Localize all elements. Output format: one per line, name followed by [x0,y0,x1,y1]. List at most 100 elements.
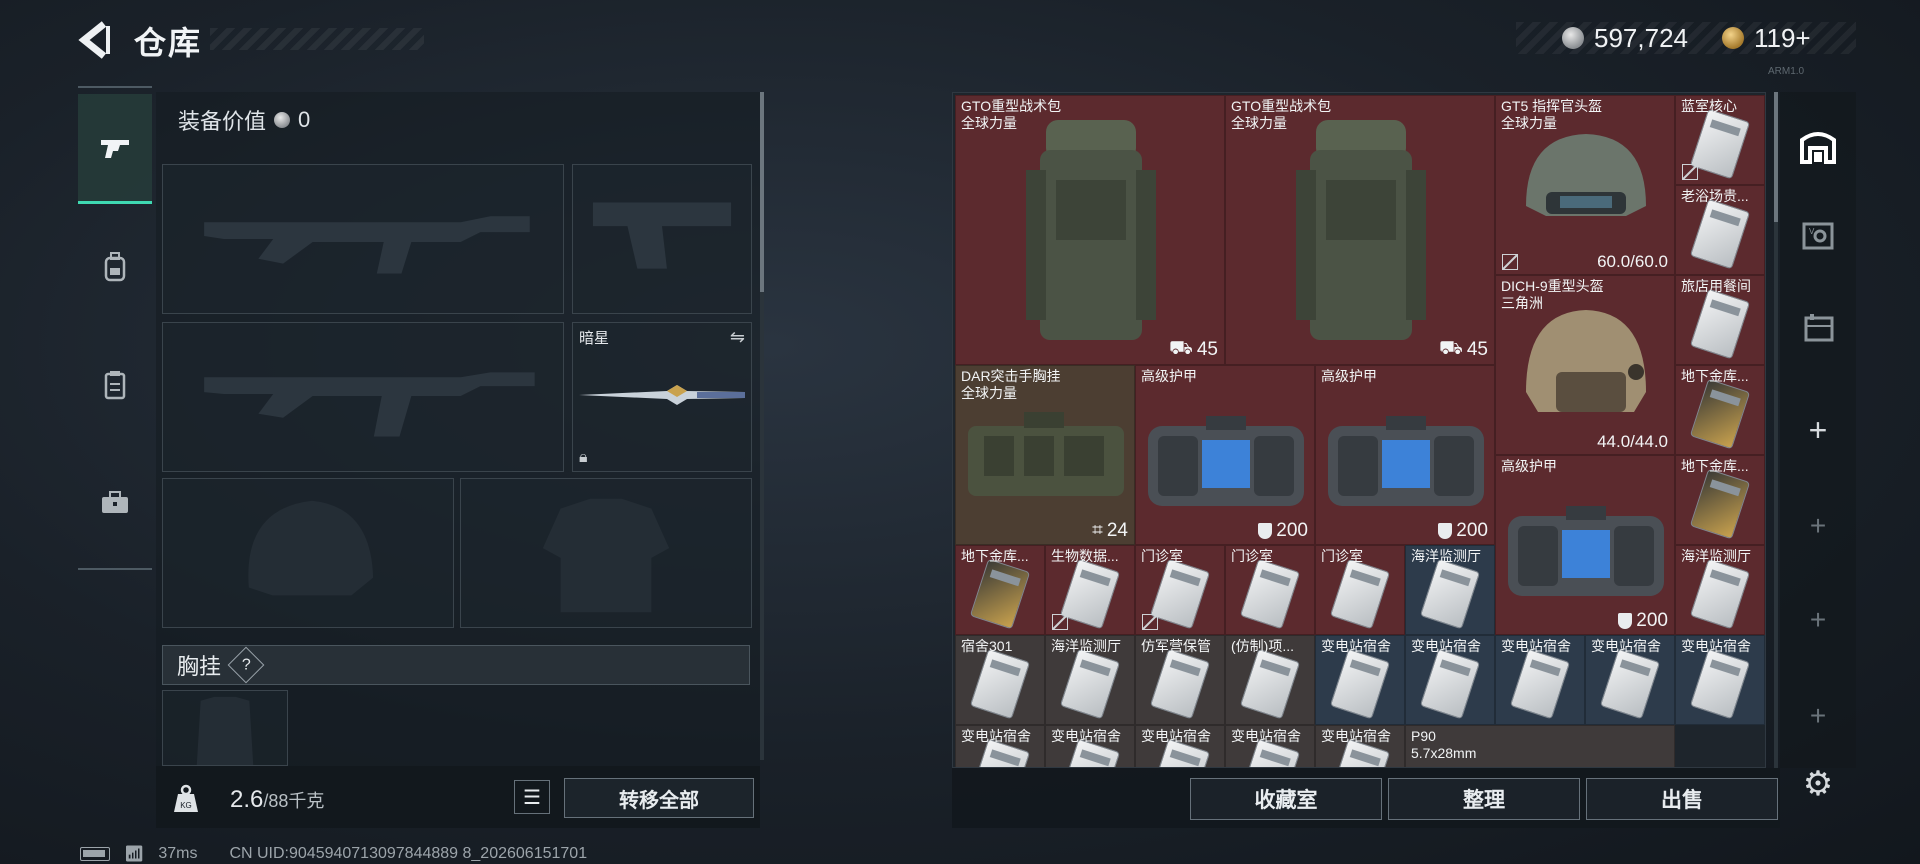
keycard-icon [969,558,1031,630]
inventory-item[interactable]: 高级护甲 200 [1315,365,1495,545]
back-button[interactable] [78,20,114,60]
chest-rig-slot[interactable] [162,690,288,766]
item-name: 宿舍301 [961,638,1013,654]
inventory-item[interactable]: 变电站宿舍 [1675,635,1765,725]
organize-button[interactable]: 整理 [1388,778,1580,820]
warehouse-tab-main[interactable] [1790,118,1846,174]
inventory-item[interactable]: 仿军营保管 [1135,635,1225,725]
add-tab-button-locked[interactable]: + [1790,498,1846,554]
item-name: GT5 指挥官头盔 全球力量 [1501,98,1603,131]
help-icon[interactable]: ? [227,646,265,684]
inventory-item[interactable]: 门诊室 [1225,545,1315,635]
inventory-item[interactable]: 高级护甲 200 [1495,455,1675,635]
body-armor-slot[interactable] [460,478,752,628]
inventory-item[interactable]: (仿制)项... [1225,635,1315,725]
inventory-item[interactable]: DICH-9重型头盔 三角洲 44.0/44.0 [1495,275,1675,455]
toolbox-icon [102,491,128,513]
item-name: 门诊室 [1141,548,1183,564]
plus-icon: + [1809,604,1827,635]
item-stat: 200 [1618,610,1668,632]
inventory-item[interactable]: 门诊室 [1315,545,1405,635]
inventory-item[interactable]: 宿舍301 [955,635,1045,725]
inventory-item[interactable]: 变电站宿舍 [1135,725,1225,767]
inventory-item[interactable]: 地下金库... [955,545,1045,635]
shield-icon [1258,523,1273,539]
inventory-item[interactable]: 变电站宿舍 [1315,635,1405,725]
sidearm-slot[interactable] [572,164,752,314]
gold-balance[interactable]: 119+ [1754,23,1811,54]
wifi-icon: 📶︎ [124,846,145,863]
inventory-item[interactable]: 变电站宿舍 [955,725,1045,767]
keycard-icon [1059,558,1121,630]
warehouse-tab-2[interactable]: V [1790,208,1846,264]
keycard-icon [1149,648,1211,720]
plus-icon: + [1809,700,1827,731]
back-arrow-icon [78,21,110,59]
inventory-item[interactable]: GTO重型战术包 全球力量 ⛟ 45 [1225,95,1495,365]
collection-room-button[interactable]: 收藏室 [1190,778,1382,820]
inventory-item[interactable]: GTO重型战术包 全球力量 ⛟ 45 [955,95,1225,365]
item-name: 变电站宿舍 [1051,728,1121,744]
inventory-item[interactable]: 地下金库... [1675,365,1765,455]
inventory-item[interactable]: 变电站宿舍 [1585,635,1675,725]
title-decoration [210,28,424,50]
item-name: 变电站宿舍 [1591,638,1661,654]
inventory-item[interactable]: DAR突击手胸挂 全球力量 ⌗ 24 [955,365,1135,545]
item-subtitle: 5.7x28mm [1411,745,1477,761]
inventory-item[interactable]: 变电站宿舍 [1495,635,1585,725]
add-tab-button-locked[interactable]: + [1790,688,1846,744]
tab-backpack[interactable] [78,212,152,322]
settings-button[interactable]: ⚙ [1790,756,1846,812]
sell-button[interactable]: 出售 [1586,778,1778,820]
inventory-item[interactable]: 旅店用餐间 [1675,275,1765,365]
helmet-slot[interactable] [162,478,454,628]
item-name: 门诊室 [1231,548,1273,564]
inventory-item[interactable]: 生物数据... [1045,545,1135,635]
item-name: GTO重型战术包 全球力量 [961,98,1062,131]
warehouse-tab-3[interactable] [1790,300,1846,356]
melee-slot[interactable]: 暗星 ⇋ 🔒︎ [572,322,752,472]
helmet-icon [1526,310,1646,412]
inventory-item[interactable]: GT5 指挥官头盔 全球力量 60.0/60.0 [1495,95,1675,275]
keycard-icon [1599,648,1661,720]
inventory-item[interactable]: 老浴场贵... [1675,185,1765,275]
inventory-item[interactable]: 门诊室 [1135,545,1225,635]
list-icon: ☰ [523,786,541,809]
tab-weapons[interactable] [78,94,152,204]
shield-icon [1438,523,1453,539]
list-view-button[interactable]: ☰ [514,780,550,814]
inventory-item[interactable]: 地下金库... [1675,455,1765,545]
add-tab-button-locked[interactable]: + [1790,592,1846,648]
inventory-item[interactable]: 海洋监测厅 [1405,545,1495,635]
inventory-item[interactable]: 高级护甲 200 [1135,365,1315,545]
inventory-item[interactable]: 变电站宿舍 [1405,635,1495,725]
inventory-item[interactable]: 海洋监测厅 [1675,545,1765,635]
inventory-item[interactable]: P90 5.7x28mm [1405,725,1675,767]
transfer-all-button[interactable]: 转移全部 [564,778,754,818]
weight-readout: 2.6/88千克 [230,786,324,814]
capacity-icon: ⛟ [1438,338,1463,359]
add-tab-button[interactable]: + [1790,402,1846,458]
tab-armor[interactable] [78,330,152,440]
rifle-silhouette-icon [204,216,530,274]
item-name: 变电站宿舍 [1321,728,1391,744]
inventory-item[interactable]: 变电站宿舍 [1045,725,1135,767]
inventory-item[interactable]: 变电站宿舍 [1315,725,1405,767]
capacity-icon: ⛟ [1168,338,1193,359]
primary-weapon-slot[interactable] [162,164,564,314]
swap-icon[interactable]: ⇋ [730,327,745,348]
weight-icon: KG [174,784,198,812]
item-name: 地下金库... [1681,458,1749,474]
svg-text:KG: KG [180,801,192,810]
warehouse-scrollbar-thumb[interactable] [1774,92,1778,222]
item-name: 变电站宿舍 [1501,638,1571,654]
inventory-item[interactable]: 海洋监测厅 [1045,635,1135,725]
loadout-scrollbar-thumb[interactable] [760,92,764,292]
lock-icon: 🔒︎ [579,449,588,466]
inventory-item[interactable]: 变电站宿舍 [1225,725,1315,767]
secondary-weapon-slot[interactable] [162,322,564,472]
item-name: 生物数据... [1051,548,1119,564]
tab-toolbox[interactable] [78,448,152,558]
gold-coin-icon[interactable] [1721,27,1744,49]
inventory-item[interactable]: 蓝室核心 [1675,95,1765,185]
